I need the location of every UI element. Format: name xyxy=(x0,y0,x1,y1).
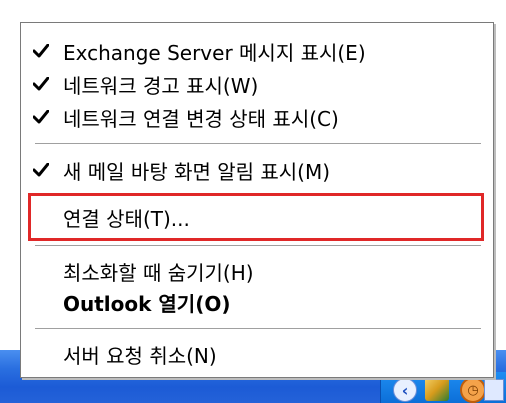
menu-item-exchange-messages[interactable]: Exchange Server 메시지 표시(E) xyxy=(21,35,493,68)
check-icon xyxy=(31,160,51,180)
menu-item-open-outlook[interactable]: Outlook 열기(O) xyxy=(21,286,493,319)
menu-item-label: Exchange Server 메시지 표시(E) xyxy=(63,41,366,65)
menu-item-label: Outlook 열기(O) xyxy=(63,292,231,316)
menu-item-label: 네트워크 경고 표시(W) xyxy=(63,74,259,98)
menu-item-hide-when-minimized[interactable]: 최소화할 때 숨기기(H) xyxy=(21,255,493,288)
context-menu: Exchange Server 메시지 표시(E) 네트워크 경고 표시(W) … xyxy=(20,22,494,378)
menu-item-cancel-server-request[interactable]: 서버 요청 취소(N) xyxy=(21,338,493,371)
menu-item-label: 네트워크 연결 변경 상태 표시(C) xyxy=(63,107,339,131)
check-icon xyxy=(31,41,51,61)
chevron-left-icon[interactable]: ‹ xyxy=(393,378,417,402)
menu-item-label: 새 메일 바탕 화면 알림 표시(M) xyxy=(63,160,331,184)
menu-separator xyxy=(35,143,481,145)
menu-item-label: 서버 요청 취소(N) xyxy=(63,344,217,368)
outlook-icon[interactable] xyxy=(425,377,449,401)
menu-item-network-status-change[interactable]: 네트워크 연결 변경 상태 표시(C) xyxy=(21,101,493,134)
check-icon xyxy=(31,74,51,94)
menu-separator xyxy=(35,245,481,247)
menu-item-label: 최소화할 때 숨기기(H) xyxy=(63,261,254,285)
menu-item-label: 연결 상태(T)... xyxy=(63,207,190,231)
menu-separator xyxy=(35,328,481,330)
clock-icon[interactable]: ◷ xyxy=(460,377,486,403)
check-icon xyxy=(31,107,51,127)
tray-icon[interactable] xyxy=(484,379,504,401)
menu-item-connection-status[interactable]: 연결 상태(T)... xyxy=(21,201,493,234)
menu-item-network-warnings[interactable]: 네트워크 경고 표시(W) xyxy=(21,68,493,101)
menu-item-new-mail-alert[interactable]: 새 메일 바탕 화면 알림 표시(M) xyxy=(21,154,493,187)
